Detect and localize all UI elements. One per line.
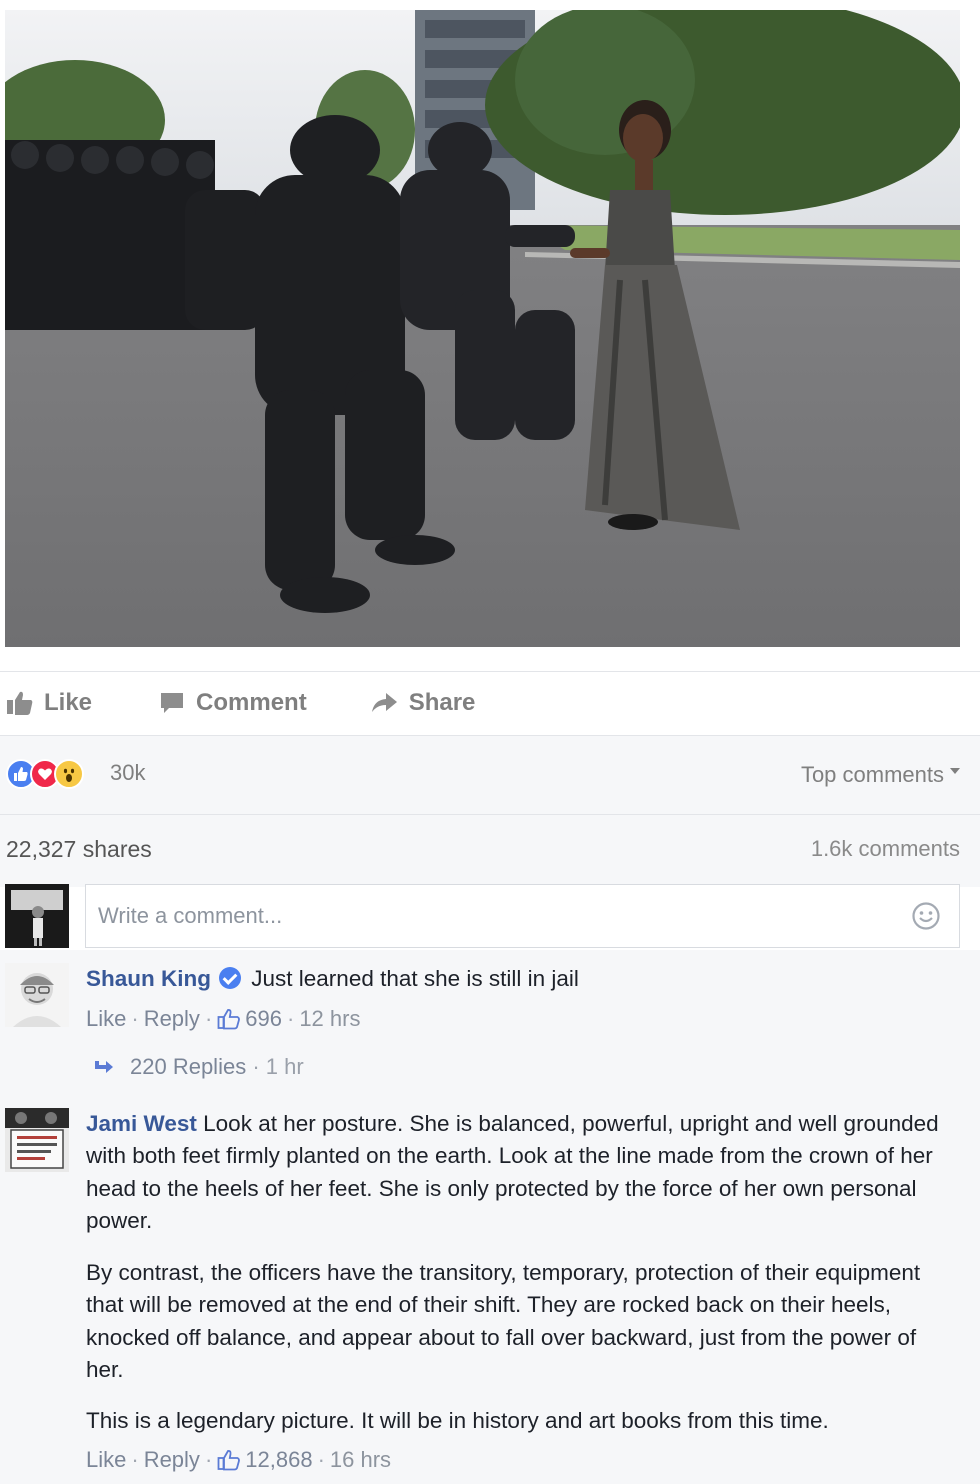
caret-down-icon <box>950 768 960 774</box>
separator-dot: · <box>204 1006 213 1031</box>
wow-reaction-icon <box>54 759 84 789</box>
comment-text: Just learned that she is still in jail <box>251 966 579 991</box>
post-action-bar: Like Comment Share <box>0 672 980 734</box>
comment-input[interactable]: Write a comment... <box>85 884 960 948</box>
emoji-smiley-icon[interactable] <box>911 901 941 931</box>
like-button[interactable]: Like <box>6 689 92 717</box>
share-arrow-icon <box>371 693 397 712</box>
comment-reply-link[interactable]: Reply <box>144 1447 200 1473</box>
reply-arrow-icon <box>95 1061 113 1073</box>
reaction-count[interactable]: 30k <box>110 760 145 786</box>
post-photo[interactable] <box>5 10 960 647</box>
like-label: Like <box>44 689 93 716</box>
share-button[interactable]: Share <box>369 689 476 717</box>
view-replies-link[interactable]: 220 Replies · 1 hr <box>92 1054 304 1080</box>
comment-label: Comment <box>196 689 307 716</box>
sort-label: Top comments <box>800 762 944 787</box>
share-count[interactable]: 22,327 shares <box>6 836 152 863</box>
current-user-avatar <box>5 884 69 948</box>
replies-count: 220 Replies <box>130 1054 247 1079</box>
like-count-value: 696 <box>245 1006 282 1031</box>
comment-paragraph: This is a legendary picture. It will be … <box>86 1408 829 1433</box>
commenter-avatar[interactable] <box>5 963 69 1027</box>
protest-photo-illustration <box>5 10 960 647</box>
comment-paragraph: Look at her posture. She is balanced, po… <box>86 1111 939 1233</box>
comment-input-placeholder: Write a comment... <box>98 903 283 928</box>
separator-dot: · <box>131 1006 139 1031</box>
share-label: Share <box>408 689 476 716</box>
like-count-value: 12,868 <box>245 1447 313 1472</box>
comment-like-link[interactable]: Like <box>86 1006 126 1032</box>
comment-meta: Like · Reply · 696 · 12 hrs <box>86 1006 360 1032</box>
commenter-avatar[interactable] <box>5 1108 69 1172</box>
comment-like-link[interactable]: Like <box>86 1447 126 1473</box>
comment-body: Shaun King Just learned that she is stil… <box>86 963 956 995</box>
comment-time[interactable]: 12 hrs <box>299 1006 360 1032</box>
comment-sort-dropdown[interactable]: Top comments <box>801 762 960 788</box>
comment-paragraph: By contrast, the officers have the trans… <box>86 1260 921 1382</box>
comment-reply-link[interactable]: Reply <box>144 1006 200 1032</box>
comment-time[interactable]: 16 hrs <box>330 1447 391 1473</box>
comment-author[interactable]: Shaun King <box>86 966 211 991</box>
verified-badge-icon <box>219 967 241 989</box>
separator-dot: · <box>131 1447 139 1472</box>
separator-dot: · <box>317 1447 325 1472</box>
comment-like-count[interactable]: 12,868 <box>217 1447 313 1473</box>
separator-dot: · <box>204 1447 213 1472</box>
comment-count[interactable]: 1.6k comments <box>811 836 960 862</box>
separator-dot: · <box>286 1006 295 1031</box>
comment-button[interactable]: Comment <box>158 689 307 717</box>
thumbs-up-outline-icon <box>217 1450 241 1471</box>
comment-like-count[interactable]: 696 <box>217 1006 282 1032</box>
comment-author[interactable]: Jami West <box>86 1111 197 1136</box>
replies-time: 1 hr <box>265 1054 304 1079</box>
thumbs-up-icon <box>7 691 33 715</box>
speech-bubble-icon <box>161 693 184 713</box>
comment-meta: Like · Reply · 12,868 · 16 hrs <box>86 1447 391 1473</box>
thumbs-up-outline-icon <box>217 1009 241 1030</box>
separator-dot: · <box>252 1054 260 1079</box>
reaction-icons[interactable] <box>6 759 84 789</box>
comment-body: Jami West Look at her posture. She is ba… <box>86 1108 956 1237</box>
